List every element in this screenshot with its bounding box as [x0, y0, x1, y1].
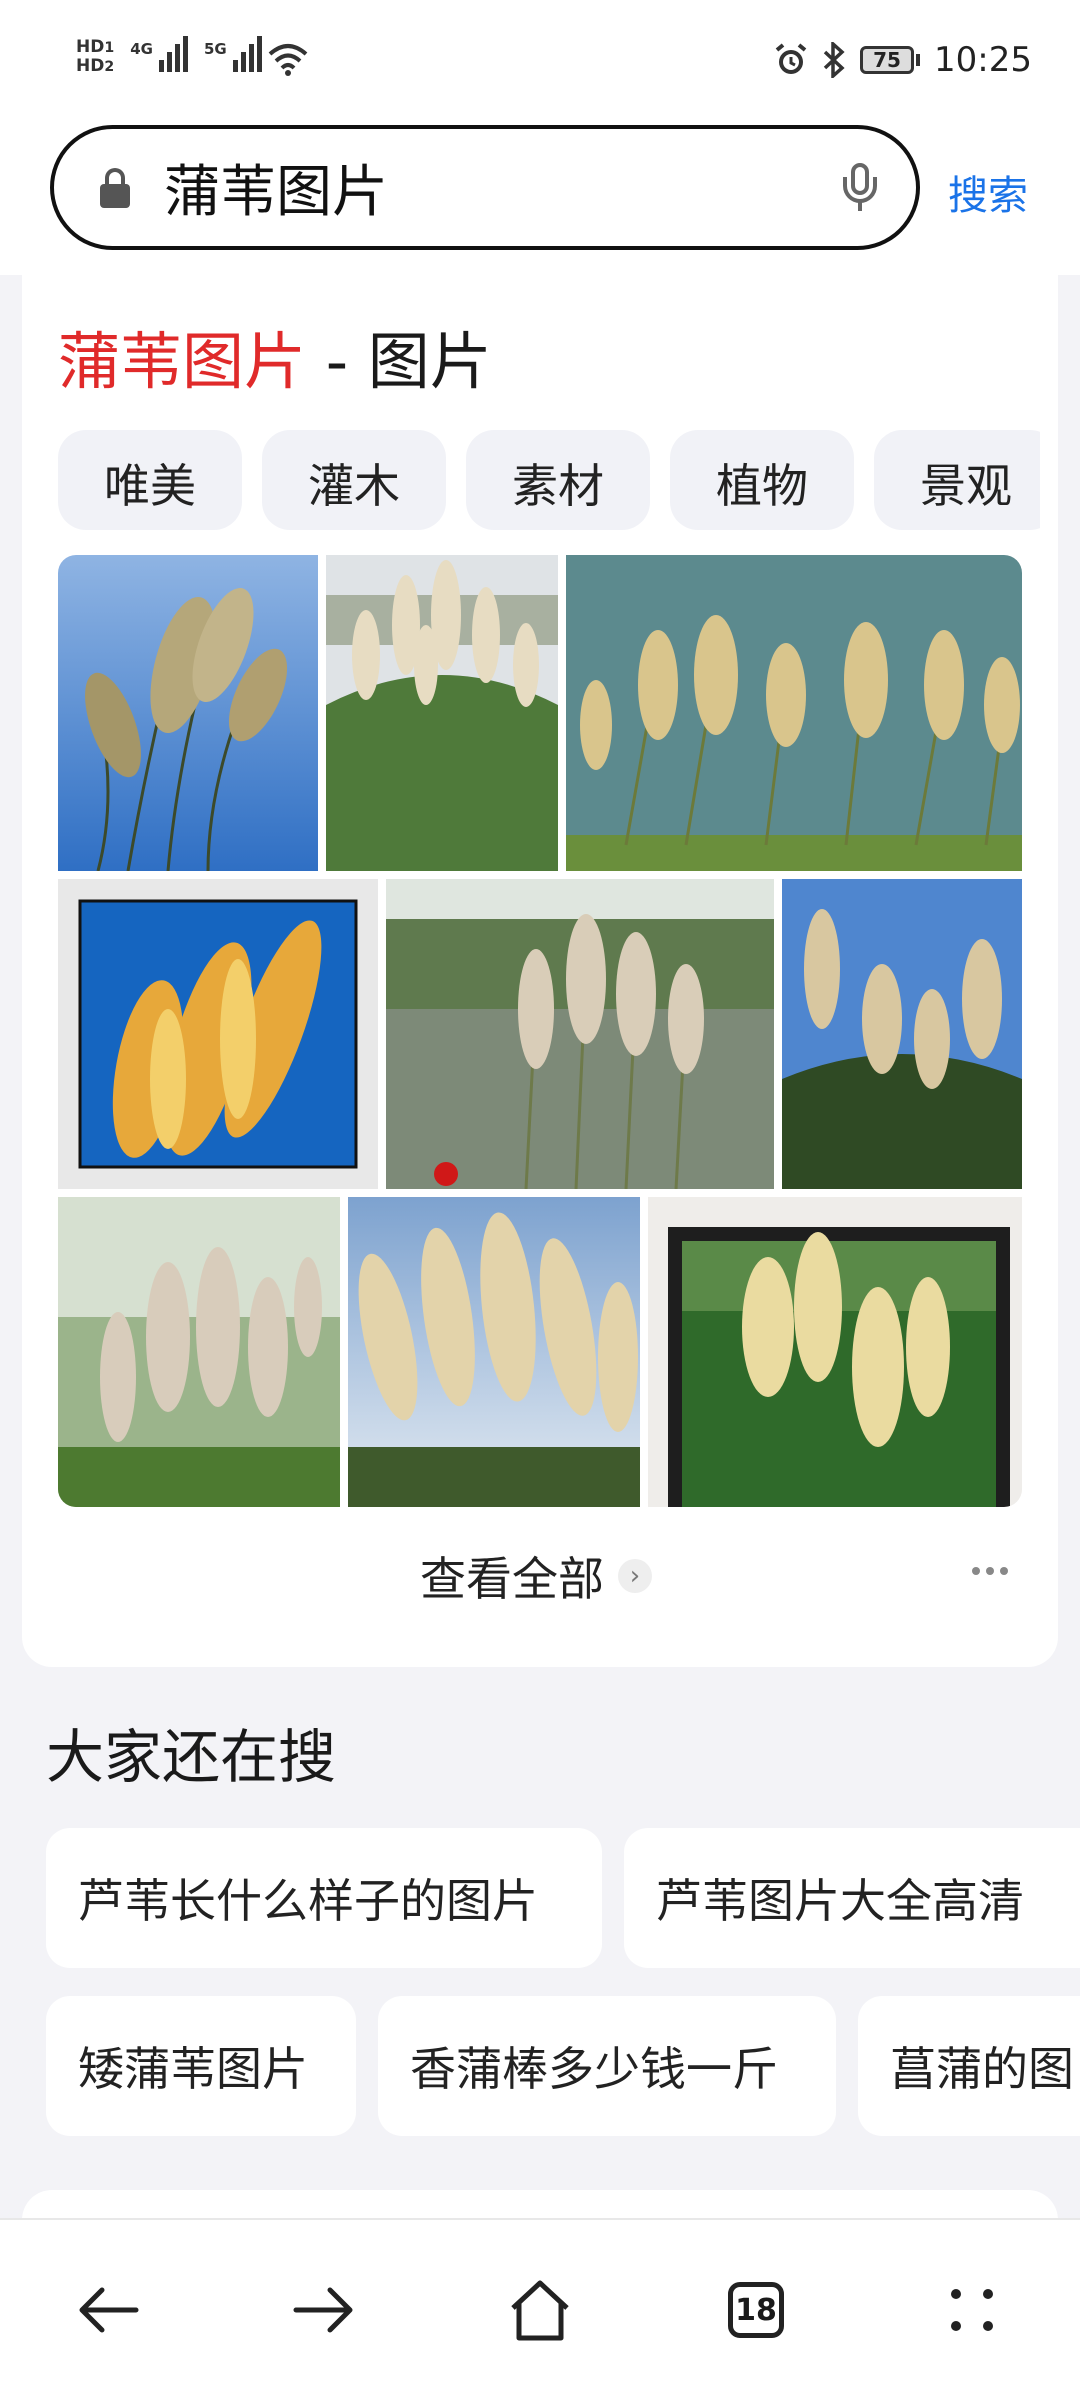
pampas-grass-image[interactable] [348, 1197, 640, 1507]
related-search-item[interactable]: 香蒲棒多少钱一斤 [378, 1996, 836, 2136]
pampas-grass-image[interactable] [386, 879, 774, 1189]
related-search-item[interactable]: 矮蒲苇图片 [46, 1996, 356, 2136]
pampas-grass-image[interactable] [58, 1197, 340, 1507]
title-suffix: - 图片 [306, 325, 492, 398]
more-options-icon[interactable] [972, 1567, 1008, 1575]
related-search-item[interactable]: 芦苇图片大全高清 [624, 1828, 1080, 1968]
related-searches-title: 大家还在搜 [46, 1723, 337, 1791]
chevron-right-icon: › [618, 1559, 652, 1593]
filter-chips: 唯美 灌木 素材 植物 景观 [58, 430, 1040, 530]
filter-chip[interactable]: 植物 [670, 430, 854, 530]
lock-icon [98, 167, 132, 208]
related-search-item[interactable]: 菖蒲的图 [858, 1996, 1080, 2136]
battery-icon: 75 [860, 46, 915, 74]
back-arrow-icon[interactable] [68, 2270, 148, 2350]
network-4g-label: 4G [130, 40, 153, 58]
tabs-icon[interactable]: 18 [716, 2270, 796, 2350]
image-results-title[interactable]: 蒲苇图片 - 图片 [58, 311, 492, 401]
menu-icon[interactable] [932, 2270, 1012, 2350]
wifi-icon [268, 44, 308, 76]
tab-count: 18 [728, 2282, 784, 2338]
filter-chip[interactable]: 唯美 [58, 430, 242, 530]
hd-indicator: HD1 HD2 [76, 37, 115, 76]
title-highlight: 蒲苇图片 [58, 325, 307, 398]
pampas-grass-image[interactable] [326, 555, 558, 871]
status-left: HD1 HD2 4G 5G [76, 36, 308, 76]
network-5g-label: 5G [203, 40, 227, 58]
clock: 10:25 [934, 40, 1032, 80]
signal-icon [158, 36, 188, 72]
bluetooth-icon [823, 42, 845, 78]
pampas-grass-image[interactable] [58, 879, 378, 1189]
view-all-link[interactable]: 查看全部 › [420, 1543, 652, 1609]
filter-chip[interactable]: 素材 [466, 430, 650, 530]
related-search-item[interactable]: 芦苇长什么样子的图片 [46, 1828, 602, 1968]
alarm-icon [775, 43, 807, 74]
view-all-label: 查看全部 [420, 1552, 604, 1606]
search-input[interactable]: 蒲苇图片 [50, 125, 920, 250]
pampas-grass-image[interactable] [58, 555, 318, 871]
pampas-grass-image[interactable] [648, 1197, 1022, 1507]
pampas-grass-image[interactable] [782, 879, 1022, 1189]
signal-icon [232, 36, 262, 72]
filter-chip[interactable]: 景观 [874, 430, 1040, 530]
battery-tip [916, 54, 921, 66]
image-results-card: 蒲苇图片 - 图片 唯美 灌木 素材 植物 景观 查看全部 › [22, 275, 1058, 1667]
forward-arrow-icon[interactable] [284, 2270, 364, 2350]
search-bar: 蒲苇图片 搜索 [0, 125, 1080, 275]
bottom-navigation: 18 [0, 2218, 1080, 2390]
status-right: 75 10:25 [774, 40, 1032, 80]
filter-chip[interactable]: 灌木 [262, 430, 446, 530]
home-icon[interactable] [500, 2270, 580, 2350]
search-query[interactable]: 蒲苇图片 [164, 147, 840, 228]
search-button[interactable]: 搜索 [948, 163, 1028, 221]
pampas-grass-image[interactable] [566, 555, 1022, 871]
status-bar: HD1 HD2 4G 5G 75 10:25 [0, 0, 1080, 125]
microphone-icon[interactable] [840, 162, 880, 213]
